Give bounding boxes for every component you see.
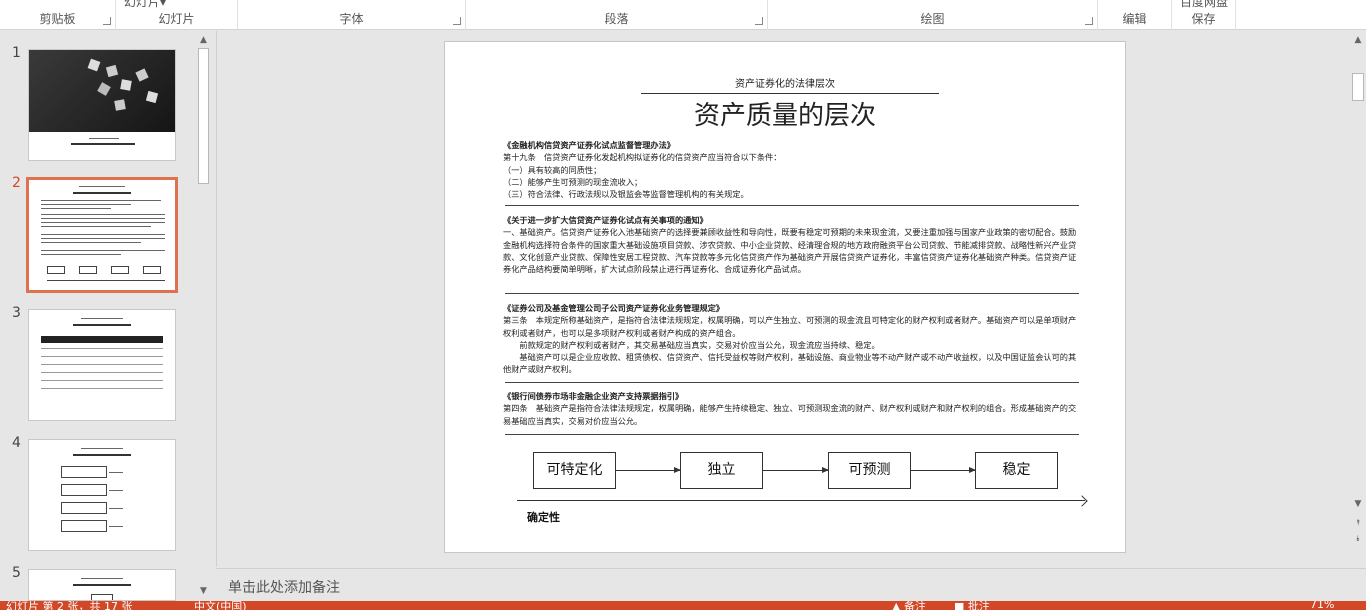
slide-thumbnail-1[interactable] — [28, 49, 176, 161]
thumbnail-scrollbar[interactable]: ▲ ▼ — [196, 31, 211, 601]
section-line: （二）能够产生可预测的现金流收入； — [503, 176, 643, 187]
section-line: 一、基础资产。信贷资产证券化入池基础资产的选择要兼顾收益性和导向性，既要有稳定可… — [503, 227, 1077, 275]
scroll-down-arrow-icon[interactable]: ▼ — [196, 584, 211, 599]
section-heading: 《关于进一步扩大信贷资产证券化试点有关事项的通知》 — [503, 215, 708, 225]
title-underline — [641, 93, 939, 94]
section-line: （一）具有较高的同质性； — [503, 164, 602, 175]
thumb-number: 3 — [12, 305, 21, 321]
new-slide-button[interactable]: 幻灯片▾ — [124, 0, 166, 10]
flow-arrow — [763, 467, 829, 473]
font-launcher-icon[interactable] — [453, 17, 461, 25]
divider — [505, 205, 1079, 206]
notes-placeholder[interactable]: 单击此处添加备注 — [228, 577, 340, 597]
notes-toggle-button[interactable]: ▲ 备注 — [892, 601, 926, 610]
section-line: （三）符合法律、行政法规以及银监会等监督管理机构的有关规定。 — [503, 189, 749, 200]
ribbon: 剪贴板 幻灯片▾ 幻灯片 字体 段落 绘图 编辑 百度网盘 保存 — [0, 0, 1366, 30]
scroll-down-arrow-icon[interactable]: ▼ — [1350, 497, 1366, 512]
flow-arrow — [616, 467, 681, 473]
thumb-number: 5 — [12, 565, 21, 581]
section-heading: 《银行间债券市场非金融企业资产支持票据指引》 — [503, 391, 684, 401]
section-heading: 《金融机构信贷资产证券化试点监督管理办法》 — [503, 140, 675, 150]
thumb-number: 4 — [12, 435, 21, 451]
text-section-2[interactable]: 《关于进一步扩大信贷资产证券化试点有关事项的通知》 一、基础资产。信贷资产证券化… — [503, 214, 1079, 275]
slide-editing-area: 资产证券化的法律层次 资产质量的层次 《金融机构信贷资产证券化试点监督管理办法》… — [216, 31, 1350, 567]
thumb-number: 2 — [12, 175, 21, 191]
baidu-netdisk-button[interactable]: 百度网盘 — [1180, 0, 1228, 10]
text-section-3[interactable]: 《证券公司及基金管理公司子公司资产证券化业务管理规定》 第三条 本规定所称基础资… — [503, 302, 1079, 376]
text-section-4[interactable]: 《银行间债券市场非金融企业资产支持票据指引》 第四条 基础资产是指符合法律法规规… — [503, 390, 1079, 427]
slide-thumbnail-3[interactable] — [28, 309, 176, 421]
zoom-level[interactable]: 71% — [1310, 601, 1334, 610]
slide-thumbnail-pane: 1 2 3 4 5 ▲ ▼ — [0, 31, 216, 601]
next-slide-icon[interactable]: ⯯ — [1350, 531, 1366, 546]
drawing-launcher-icon[interactable] — [1085, 17, 1093, 25]
ribbon-group-slides: 幻灯片▾ 幻灯片 — [116, 0, 238, 30]
comments-toggle-button[interactable]: ■ 批注 — [954, 601, 990, 610]
slide-canvas[interactable]: 资产证券化的法律层次 资产质量的层次 《金融机构信贷资产证券化试点监督管理办法》… — [444, 41, 1126, 553]
group-label-drawing: 绘图 — [920, 12, 945, 26]
slide-thumbnail-5[interactable] — [28, 569, 176, 601]
status-bar: 幻灯片 第 2 张，共 17 张 中文(中国) ▲ 备注 ■ 批注 71% — [0, 601, 1366, 610]
group-label-slides: 幻灯片 — [158, 12, 195, 26]
section-line: 基础资产可以是企业应收款、租赁债权、信贷资产、信托受益权等财产权利，基础设施、商… — [503, 352, 1077, 375]
group-label-font: 字体 — [339, 12, 364, 26]
ribbon-group-clipboard: 剪贴板 — [0, 0, 116, 30]
section-heading: 《证券公司及基金管理公司子公司资产证券化业务管理规定》 — [503, 303, 725, 313]
slide-thumbnail-4[interactable] — [28, 439, 176, 551]
photo-thumbnail-icon — [29, 50, 175, 132]
slide-title[interactable]: 资产质量的层次 — [445, 95, 1125, 132]
group-label-paragraph: 段落 — [604, 12, 629, 26]
flow-box-predictable[interactable]: 可预测 — [828, 452, 911, 489]
certainty-axis-arrow — [517, 500, 1085, 501]
notes-pane[interactable]: 单击此处添加备注 — [216, 568, 1366, 601]
ribbon-group-paragraph: 段落 — [466, 0, 768, 30]
paragraph-launcher-icon[interactable] — [755, 17, 763, 25]
ribbon-group-save: 百度网盘 保存 — [1172, 0, 1236, 30]
ribbon-group-drawing: 绘图 — [768, 0, 1098, 30]
text-section-1[interactable]: 《金融机构信贷资产证券化试点监督管理办法》 第十九条 信贷资产证券化发起机构拟证… — [503, 139, 1079, 200]
flow-arrow — [911, 467, 976, 473]
divider — [505, 382, 1079, 383]
ribbon-group-editing: 编辑 — [1098, 0, 1172, 30]
scroll-up-arrow-icon[interactable]: ▲ — [196, 33, 211, 48]
certainty-label[interactable]: 确定性 — [527, 509, 560, 525]
clipboard-launcher-icon[interactable] — [103, 17, 111, 25]
powerpoint-window: 剪贴板 幻灯片▾ 幻灯片 字体 段落 绘图 编辑 百度网盘 保存 1 2 3 4… — [0, 0, 1366, 610]
ribbon-group-font: 字体 — [238, 0, 466, 30]
group-label-clipboard: 剪贴板 — [39, 12, 76, 26]
section-line: 第三条 本规定所称基础资产，是指符合法律法规规定，权属明确，可以产生独立、可预测… — [503, 315, 1077, 338]
divider — [505, 434, 1079, 435]
flow-box-stable[interactable]: 稳定 — [975, 452, 1058, 489]
scrollbar-thumb[interactable] — [198, 48, 209, 184]
flow-box-independent[interactable]: 独立 — [680, 452, 763, 489]
thumb-number: 1 — [12, 45, 21, 61]
previous-slide-icon[interactable]: ⯭ — [1350, 515, 1366, 530]
flow-box-specifiable[interactable]: 可特定化 — [533, 452, 616, 489]
group-label-save: 保存 — [1191, 12, 1216, 26]
slide-subtitle[interactable]: 资产证券化的法律层次 — [445, 75, 1125, 90]
slide-count-text: 幻灯片 第 2 张，共 17 张 — [6, 601, 133, 610]
slide-thumbnail-2-selected[interactable] — [26, 177, 178, 293]
section-line: 第十九条 信贷资产证券化发起机构拟证券化的信贷资产应当符合以下条件： — [503, 152, 782, 163]
group-label-editing: 编辑 — [1122, 12, 1147, 26]
section-line: 第四条 基础资产是指符合法律法规规定，权属明确，能够产生持续稳定、独立、可预测现… — [503, 403, 1077, 426]
language-indicator[interactable]: 中文(中国) — [194, 601, 247, 610]
main-scrollbar[interactable]: ▲ ▼ ⯭ ⯯ — [1350, 31, 1366, 567]
section-line: 前款规定的财产权利或者财产，其交易基础应当真实，交易对价应当公允，现金流应当持续… — [503, 339, 880, 350]
scroll-up-arrow-icon[interactable]: ▲ — [1350, 33, 1366, 48]
divider — [505, 293, 1079, 294]
scrollbar-thumb[interactable] — [1352, 73, 1364, 101]
